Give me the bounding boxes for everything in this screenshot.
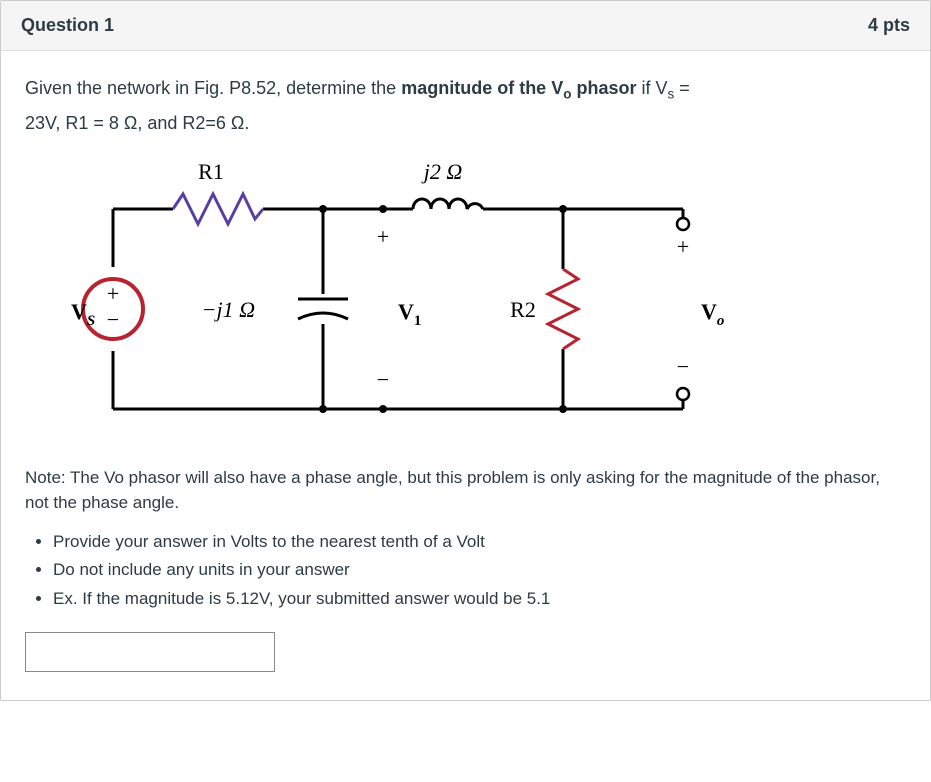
j2-label: j2 Ω — [421, 159, 463, 184]
r2-label: R2 — [510, 297, 536, 322]
prompt-line-2: 23V, R1 = 8 Ω, and R2=6 Ω. — [25, 110, 906, 138]
question-points: 4 pts — [868, 15, 910, 36]
question-header: Question 1 4 pts — [1, 1, 930, 51]
vo-plus: + — [677, 234, 689, 259]
r1-label: R1 — [198, 159, 224, 184]
list-item: Provide your answer in Volts to the near… — [53, 530, 906, 555]
v1-plus: + — [377, 224, 389, 249]
note-text: Note: The Vo phasor will also have a pha… — [25, 466, 906, 515]
list-item: Ex. If the magnitude is 5.12V, your subm… — [53, 587, 906, 612]
inductor-icon — [413, 199, 483, 209]
instructions-list: Provide your answer in Volts to the near… — [25, 530, 906, 612]
question-body: Given the network in Fig. P8.52, determi… — [1, 51, 930, 700]
source-plus: + — [107, 281, 119, 306]
prompt-bold-main: magnitude of the V — [401, 78, 563, 98]
negj1-label: −j1 Ω — [202, 297, 255, 322]
voltage-source-icon: + − — [83, 279, 143, 339]
vo-minus: − — [677, 354, 689, 379]
circuit-diagram: + − — [33, 149, 906, 448]
resistor-r1-icon — [173, 194, 263, 224]
prompt-text: Given the network in Fig. P8.52, determi… — [25, 78, 401, 98]
prompt-text-c: = — [674, 78, 690, 98]
answer-input[interactable] — [25, 632, 275, 672]
v1-minus: − — [377, 367, 389, 392]
resistor-r2-icon — [548, 269, 578, 349]
capacitor-icon — [298, 299, 348, 319]
v1-label: V1 — [398, 299, 421, 329]
circuit-svg: + − — [33, 149, 753, 439]
vo-label: Vo — [701, 299, 724, 329]
source-minus: − — [107, 307, 119, 332]
list-item: Do not include any units in your answer — [53, 558, 906, 583]
prompt-bold-tail: phasor — [571, 78, 636, 98]
prompt-line-1: Given the network in Fig. P8.52, determi… — [25, 75, 906, 106]
prompt-bold: magnitude of the Vo phasor — [401, 78, 636, 98]
prompt-text-b: if V — [636, 78, 667, 98]
question-card: Question 1 4 pts Given the network in Fi… — [0, 0, 931, 701]
question-title: Question 1 — [21, 15, 114, 36]
